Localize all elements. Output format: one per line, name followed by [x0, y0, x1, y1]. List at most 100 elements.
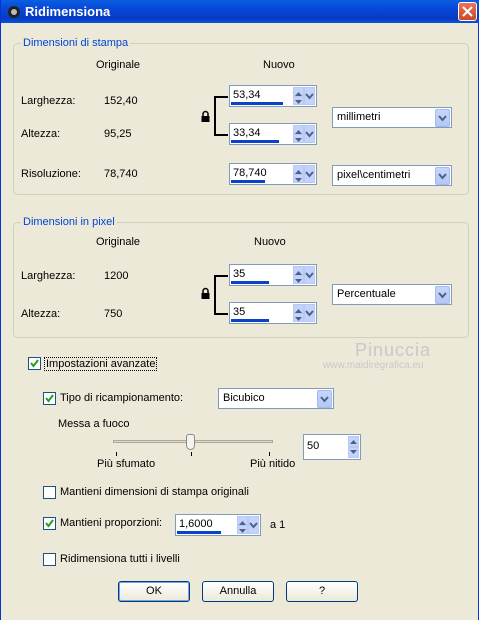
resample-dropdown-button[interactable] [317, 390, 332, 408]
sharpness-arrows [348, 436, 359, 458]
help-button[interactable]: ? [286, 581, 358, 602]
resolution-units-dropdown-button[interactable] [435, 167, 450, 185]
print-units-dropdown-button[interactable] [435, 109, 450, 127]
print-col-original: Originale [96, 59, 141, 71]
resolution-progress [231, 180, 265, 183]
print-link-bracket [214, 96, 228, 136]
pixel-height-label: Altezza: [21, 308, 61, 320]
pixel-width-original: 1200 [104, 270, 129, 282]
window-title: Ridimensiona [25, 4, 111, 19]
pixel-height-spinner[interactable]: 35 [229, 302, 317, 324]
sharpness-up-button[interactable] [348, 436, 359, 447]
pixel-width-label: Larghezza: [21, 270, 76, 282]
ok-button[interactable]: OK [118, 581, 190, 602]
ratio-value: 1,6000 [179, 518, 213, 530]
resize-all-label[interactable]: Ridimensiona tutti i livelli [60, 553, 180, 565]
chevron-down-icon [438, 115, 447, 122]
arrow-down-icon [350, 450, 357, 454]
print-height-dropdown-button[interactable] [304, 125, 315, 143]
print-width-up-button[interactable] [293, 87, 304, 96]
arrow-down-icon [295, 138, 302, 142]
pixel-height-original: 750 [104, 308, 123, 320]
print-height-label: Altezza: [21, 128, 61, 140]
arrow-up-icon [350, 440, 357, 444]
ratio-arrows [237, 516, 259, 534]
checkmark-icon [30, 359, 39, 368]
print-height-down-button[interactable] [293, 134, 304, 143]
resolution-dropdown-button[interactable] [304, 165, 315, 183]
pixel-width-up-button[interactable] [293, 266, 304, 275]
arrow-down-icon [295, 100, 302, 104]
sharpness-slider-thumb[interactable] [186, 434, 195, 450]
pixel-size-title: Dimensioni in pixel [21, 216, 117, 228]
print-width-spinner[interactable]: 53,34 [229, 85, 317, 107]
resolution-original: 78,740 [104, 168, 138, 180]
ratio-up-button[interactable] [237, 516, 248, 525]
resample-checkbox[interactable] [43, 392, 56, 405]
ratio-down-button[interactable] [237, 525, 248, 534]
resolution-up-button[interactable] [293, 165, 304, 174]
print-width-dropdown-button[interactable] [304, 87, 315, 105]
print-units-select[interactable]: millimetri [332, 107, 452, 128]
soft-label: Più sfumato [97, 458, 156, 470]
slider-tick-mid [191, 452, 192, 456]
pixel-width-dropdown-button[interactable] [304, 266, 315, 284]
lock-icon[interactable] [200, 287, 211, 300]
keep-ratio-checkbox[interactable] [43, 517, 56, 530]
print-width-arrows [293, 87, 315, 105]
app-icon [8, 6, 20, 18]
sharpness-down-button[interactable] [348, 447, 359, 458]
keep-print-label[interactable]: Mantieni dimensioni di stampa originali [60, 486, 249, 498]
chevron-down-icon [320, 396, 329, 403]
ratio-dropdown-button[interactable] [248, 516, 259, 534]
print-height-original: 95,25 [104, 128, 132, 140]
resolution-down-button[interactable] [293, 174, 304, 183]
arrow-down-icon [295, 317, 302, 321]
print-width-original: 152,40 [104, 95, 138, 107]
sharpness-value: 50 [307, 440, 320, 452]
advanced-label[interactable]: Impostazioni avanzate [44, 357, 158, 371]
resolution-label: Risoluzione: [21, 168, 81, 180]
lock-icon[interactable] [200, 110, 211, 123]
resolution-arrows [293, 165, 315, 183]
resample-select[interactable]: Bicubico [218, 388, 334, 409]
pixel-height-down-button[interactable] [293, 313, 304, 322]
chevron-down-icon [438, 173, 447, 180]
resolution-units-value: pixel\centimetri [337, 169, 411, 181]
print-col-new: Nuovo [263, 59, 295, 71]
print-height-spinner[interactable]: 33,34 [229, 123, 317, 145]
pixel-width-progress [231, 281, 269, 284]
arrow-down-icon [295, 178, 302, 182]
slider-tick-min [116, 452, 117, 456]
resize-dialog: Ridimensiona Dimensioni di stampa Origin… [0, 0, 479, 620]
print-width-down-button[interactable] [293, 96, 304, 105]
pixel-units-dropdown-button[interactable] [435, 286, 450, 304]
pixel-width-down-button[interactable] [293, 275, 304, 284]
close-button[interactable] [458, 2, 477, 21]
arrow-down-icon [295, 279, 302, 283]
pixel-width-spinner[interactable]: 35 [229, 264, 317, 286]
resize-all-checkbox[interactable] [43, 553, 56, 566]
resample-label[interactable]: Tipo di ricampionamento: [60, 392, 183, 404]
keep-print-checkbox[interactable] [43, 486, 56, 499]
chevron-down-icon [249, 522, 258, 529]
watermark-url: www.maidiregrafica.eu [323, 360, 424, 371]
ratio-spinner[interactable]: 1,6000 [175, 514, 261, 536]
resolution-value: 78,740 [233, 167, 267, 179]
pixel-height-dropdown-button[interactable] [304, 304, 315, 322]
sharpness-spinner[interactable]: 50 [303, 434, 361, 460]
pixel-units-select[interactable]: Percentuale [332, 284, 452, 305]
resolution-units-select[interactable]: pixel\centimetri [332, 165, 452, 186]
print-size-title: Dimensioni di stampa [21, 37, 131, 49]
chevron-down-icon [305, 272, 314, 279]
checkmark-icon [45, 394, 54, 403]
cancel-button[interactable]: Annulla [202, 581, 274, 602]
advanced-checkbox[interactable] [28, 357, 41, 370]
pixel-link-bracket [214, 275, 228, 315]
keep-ratio-label[interactable]: Mantieni proporzioni: [60, 517, 162, 529]
print-height-up-button[interactable] [293, 125, 304, 134]
arrow-down-icon [239, 529, 246, 533]
pixel-height-up-button[interactable] [293, 304, 304, 313]
pixel-width-arrows [293, 266, 315, 284]
resolution-spinner[interactable]: 78,740 [229, 163, 317, 185]
